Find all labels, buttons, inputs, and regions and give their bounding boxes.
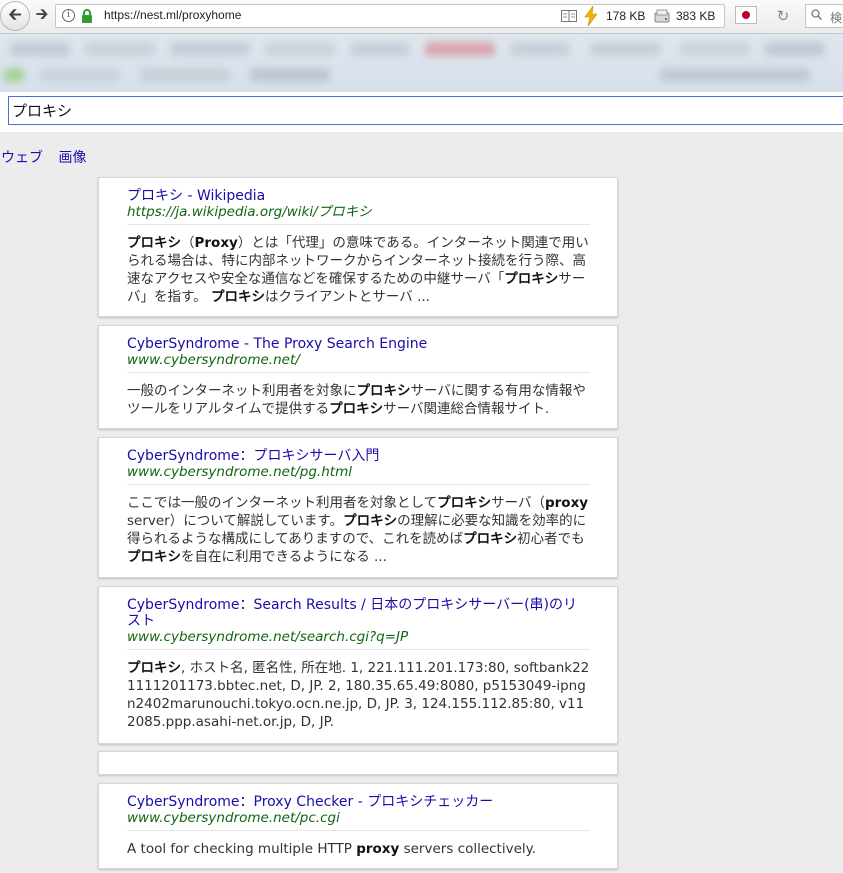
snippet-text: ここでは一般のインターネット利用者を対象として xyxy=(127,495,438,511)
result-divider xyxy=(127,830,590,831)
tab-images[interactable]: 画像 xyxy=(58,150,86,166)
back-button[interactable]: 🡰 xyxy=(0,1,30,31)
snippet-highlight: プロキシ xyxy=(329,401,384,417)
result-card: CyberSyndrome：プロキシサーバ入門 www.cybersyndrome… xyxy=(98,437,618,578)
arrow-right-icon: 🡲 xyxy=(35,3,49,23)
bookmarks-bar xyxy=(0,34,843,92)
result-divider xyxy=(127,484,590,485)
tab-web[interactable]: ウェブ xyxy=(1,150,43,166)
snippet-text: server）について解説しています。 xyxy=(127,513,344,529)
search-icon xyxy=(811,9,822,20)
lock-icon xyxy=(82,9,92,23)
snippet-highlight: プロキシ xyxy=(463,531,518,547)
snippet-highlight: proxy xyxy=(356,841,400,857)
result-url: www.cybersyndrome.net/ xyxy=(127,352,300,368)
result-card: CyberSyndrome：Search Results / 日本のプロキシサー… xyxy=(98,586,618,744)
bolt-icon xyxy=(584,6,598,26)
result-card: CyberSyndrome - The Proxy Search Engine w… xyxy=(98,325,618,429)
snippet-text: を自在に利用できるようになる ... xyxy=(181,549,387,565)
url-text[interactable]: https://nest.ml/proxyhome xyxy=(104,8,241,22)
snippet-text: , ホスト名, 匿名性, 所在地. 1, 221.111.201.173:80,… xyxy=(127,660,590,730)
snippet-highlight: proxy xyxy=(544,495,589,511)
snippet-highlight: プロキシ xyxy=(127,660,181,676)
result-title-link[interactable]: CyberSyndrome：Proxy Checker - プロキシチェッカー xyxy=(127,794,590,810)
reload-icon[interactable]: ↻ xyxy=(772,5,794,27)
snippet-highlight: プロキシ xyxy=(343,513,398,529)
snippet-text: 一般のインターネット利用者を対象に xyxy=(127,383,357,399)
snippet-text: servers collectively. xyxy=(399,841,537,857)
snippet-highlight: プロキシ xyxy=(127,235,181,251)
result-title-link[interactable]: CyberSyndrome - The Proxy Search Engine xyxy=(127,336,590,352)
browser-search-box[interactable]: 検 xyxy=(805,4,843,28)
disk-icon xyxy=(654,9,670,23)
forward-button[interactable]: 🡲 xyxy=(30,3,54,29)
result-url: www.cybersyndrome.net/pc.cgi xyxy=(127,810,340,826)
snippet-text: サーバ関連総合情報サイト. xyxy=(383,401,550,417)
result-divider xyxy=(127,649,590,650)
download-size: 178 KB xyxy=(606,9,646,23)
result-title-link[interactable]: プロキシ - Wikipedia xyxy=(127,188,590,204)
snippet-text: はクライアントとサーバ ... xyxy=(264,289,430,305)
result-url: www.cybersyndrome.net/pg.html xyxy=(127,464,352,480)
result-divider xyxy=(127,224,590,225)
snippet-highlight: プロキシ xyxy=(210,289,265,305)
result-card-empty xyxy=(98,751,618,775)
result-snippet: A tool for checking multiple HTTP proxy … xyxy=(127,840,590,858)
result-card: CyberSyndrome：Proxy Checker - プロキシチェッカー w… xyxy=(98,783,618,869)
browser-toolbar: 🡰 🡲 i https://nest.ml/proxyhome 178 KB 3… xyxy=(0,0,843,34)
japan-flag-icon[interactable] xyxy=(735,6,757,24)
snippet-highlight: プロキシ xyxy=(356,383,411,399)
browser-search-placeholder: 検 xyxy=(830,11,843,25)
result-snippet: プロキシ, ホスト名, 匿名性, 所在地. 1, 221.111.201.173… xyxy=(127,659,590,731)
snippet-highlight: プロキシ xyxy=(504,271,559,287)
result-title-link[interactable]: CyberSyndrome：プロキシサーバ入門 xyxy=(127,448,590,464)
snippet-highlight: プロキシ xyxy=(127,549,181,565)
result-url: https://ja.wikipedia.org/wiki/プロキシ xyxy=(127,204,372,220)
result-url: www.cybersyndrome.net/search.cgi?q=JP xyxy=(127,629,409,645)
snippet-highlight: Proxy xyxy=(194,235,238,251)
cache-size: 383 KB xyxy=(676,9,716,23)
result-card: プロキシ - Wikipedia https://ja.wikipedia.org… xyxy=(98,177,618,317)
snippet-text: サーバ（ xyxy=(491,495,545,511)
result-snippet: 一般のインターネット利用者を対象にプロキシサーバに関する有用な情報やツールをリア… xyxy=(127,382,590,418)
snippet-text: A tool for checking multiple HTTP xyxy=(127,841,357,857)
search-tabs: ウェブ 画像 xyxy=(1,147,97,167)
address-bar[interactable]: i https://nest.ml/proxyhome 178 KB 383 K… xyxy=(55,4,725,28)
info-icon[interactable]: i xyxy=(62,9,75,22)
search-input[interactable] xyxy=(8,96,843,125)
arrow-left-icon: 🡰 xyxy=(8,4,22,25)
result-snippet: プロキシ（Proxy）とは「代理」の意味である。インターネット関連で用いられる場… xyxy=(127,234,590,306)
result-divider xyxy=(127,372,590,373)
reader-view-icon[interactable] xyxy=(561,10,577,22)
snippet-text: （ xyxy=(181,235,195,251)
result-snippet: ここでは一般のインターネット利用者を対象としてプロキシサーバ（proxy ser… xyxy=(127,494,590,566)
snippet-text: 初心者でも xyxy=(517,531,585,547)
snippet-highlight: プロキシ xyxy=(437,495,492,511)
result-title-link[interactable]: CyberSyndrome：Search Results / 日本のプロキシサー… xyxy=(127,597,590,629)
